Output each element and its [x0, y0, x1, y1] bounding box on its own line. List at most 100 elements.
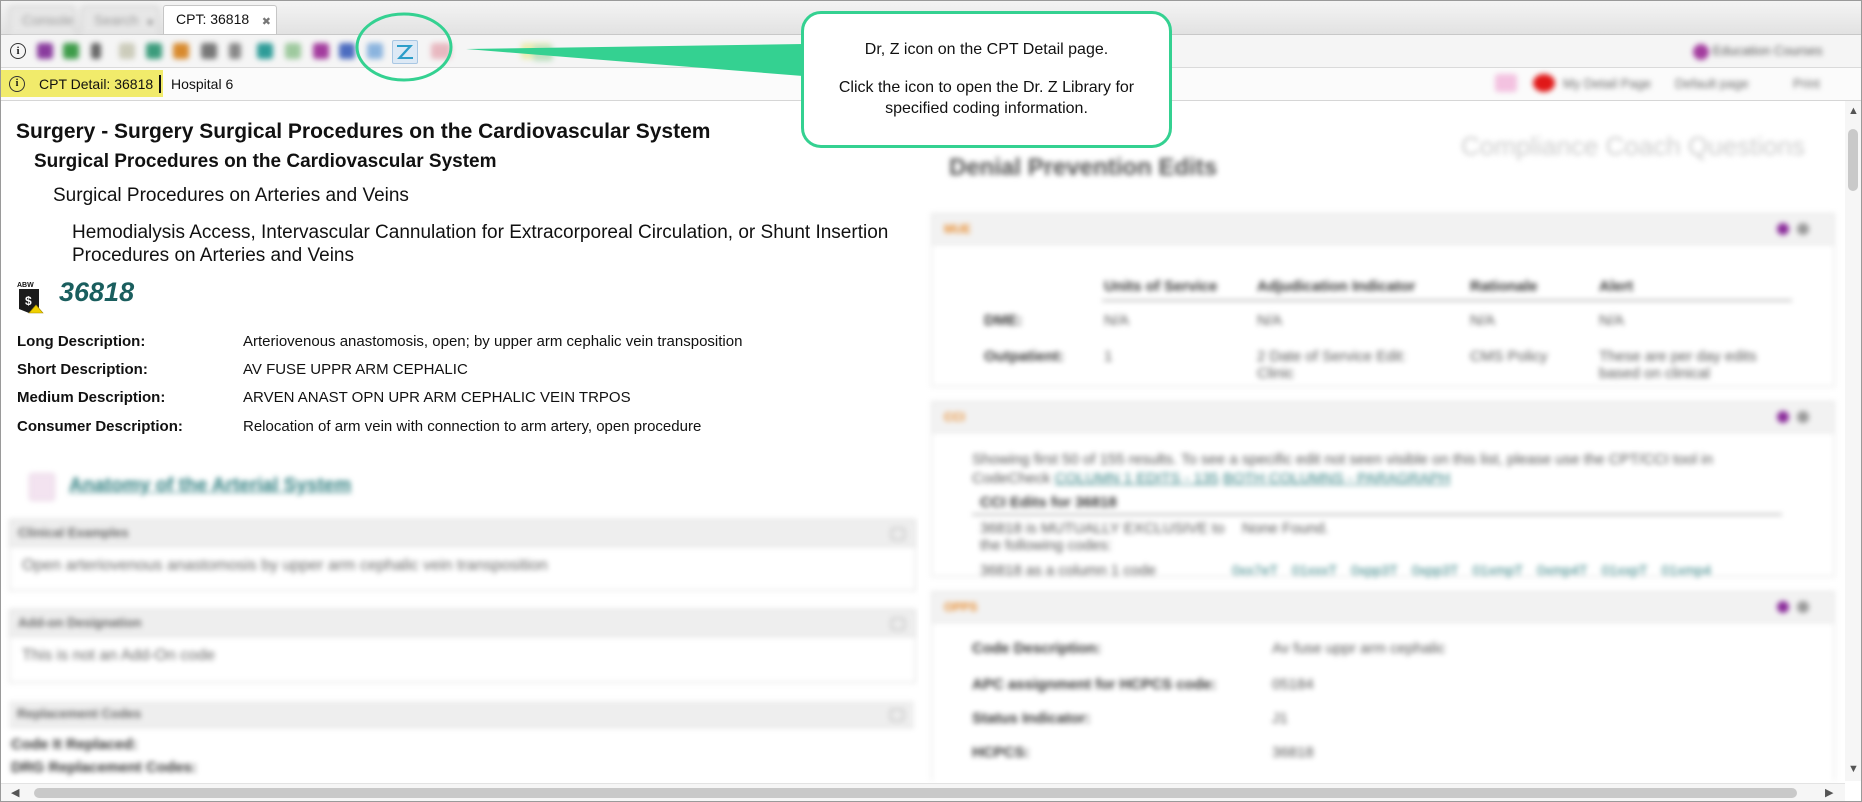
scrollbar-thumb[interactable] [1848, 129, 1858, 191]
hierarchy-level-1: Surgery - Surgery Surgical Procedures on… [16, 120, 711, 143]
medium-description-label: Medium Description: [17, 389, 166, 406]
column-header: Alert [1599, 278, 1634, 295]
edits-pane: Compliance Coach Questions Denial Preven… [929, 101, 1843, 781]
tab-cpt-36818[interactable]: CPT: 36818 ✖ [163, 5, 277, 34]
clinical-examples-panel: Clinical Examples Open arteriovenous ana… [9, 519, 916, 591]
short-description-label: Short Description: [17, 361, 148, 378]
heart-icon[interactable] [431, 43, 451, 59]
collapse-icon[interactable] [890, 709, 904, 721]
opps-label: APC assignment for HCPCS code: [972, 676, 1217, 693]
pin-icon[interactable] [1777, 411, 1789, 423]
pill-icon[interactable] [313, 43, 329, 59]
tab-label: Console [22, 12, 74, 28]
leaf-icon[interactable] [285, 43, 301, 59]
scroll-down-icon[interactable]: ▼ [1848, 763, 1859, 775]
pin-icon[interactable] [1777, 601, 1789, 613]
opps-value: J1 [1272, 710, 1288, 727]
horizontal-scrollbar[interactable]: ◀ ▶ [1, 783, 1845, 801]
folder-icon[interactable] [173, 43, 189, 59]
library-icon[interactable] [367, 43, 383, 59]
close-icon[interactable]: ▾ [147, 10, 153, 37]
mail-icon[interactable] [1495, 74, 1517, 92]
grid-icon[interactable] [201, 43, 217, 59]
panel-header[interactable]: Add-on Designation [10, 610, 915, 637]
vertical-scrollbar[interactable]: ▲ ▼ [1845, 101, 1861, 781]
heart-icon[interactable] [1533, 74, 1555, 92]
cpt-detail-pane: Surgery - Surgery Surgical Procedures on… [1, 101, 919, 781]
education-courses-link[interactable]: Education Courses [1693, 43, 1822, 60]
bookmark-icon[interactable] [91, 43, 101, 59]
settings-icon[interactable] [1797, 601, 1809, 613]
info-icon[interactable]: i [10, 43, 26, 59]
consumer-description-row: Consumer Description: Relocation of arm v… [17, 418, 701, 435]
abw-dollar-icon[interactable]: ABW $ [15, 279, 47, 315]
cci-code-link[interactable]: 01xmpT [1472, 562, 1523, 578]
panel-body: Open arteriovenous anastomosis by upper … [22, 557, 548, 574]
settings-icon[interactable] [1797, 411, 1809, 423]
chart-icon[interactable] [257, 43, 273, 59]
cci-link[interactable]: BOTH COLUMNS - PARAGRAPH [1223, 470, 1450, 487]
panel-header: OPPS [932, 592, 1834, 623]
cci-code-link[interactable]: 01xxxT [1292, 562, 1337, 578]
link-icon[interactable] [339, 43, 355, 59]
cell: These are per day edits based on clinica… [1599, 348, 1757, 382]
info-icon[interactable]: i [9, 75, 25, 92]
panel-header[interactable]: Replacement Codes [9, 701, 914, 728]
long-description-label: Long Description: [17, 333, 146, 350]
dr-z-library-icon[interactable] [392, 40, 418, 64]
scroll-up-icon[interactable]: ▲ [1848, 105, 1859, 117]
scrollbar-thumb[interactable] [34, 788, 1797, 798]
cpt-code-number: 36818 [59, 277, 135, 307]
cci-link[interactable]: COLUMN 1 EDITS - 135 [1055, 470, 1219, 487]
cci-panel: CCI Showing first 50 of 155 results. To … [931, 401, 1835, 579]
cci-code-link[interactable]: 0xpp3T [1412, 562, 1459, 578]
close-icon[interactable]: ✖ [262, 9, 271, 36]
long-description-row: Long Description: Arteriovenous anastomos… [17, 333, 742, 350]
tab-search[interactable]: Search ▾ [81, 6, 159, 33]
row-label: Outpatient: [984, 348, 1064, 365]
opps-value: 05184 [1272, 676, 1314, 693]
cci-code-link[interactable]: 0xx7eT [1232, 562, 1278, 578]
flag-icon[interactable] [229, 43, 241, 59]
divider [1102, 300, 1792, 301]
replacement-row: Code It Replaced: [11, 736, 138, 753]
cci-code-link[interactable]: 0xpp3T [1351, 562, 1398, 578]
arrow-down-icon[interactable] [63, 43, 79, 59]
panel-title: Replacement Codes [17, 706, 142, 721]
cci-code-link[interactable]: 0xmp4T [1537, 562, 1588, 578]
scroll-right-icon[interactable]: ▶ [1825, 786, 1833, 799]
cci-code-link[interactable]: 01xxpT [1602, 562, 1648, 578]
panel-header[interactable]: Clinical Examples [10, 520, 915, 547]
tab-console[interactable]: Console [9, 6, 75, 33]
education-courses-icon [1693, 43, 1709, 60]
anatomy-link[interactable]: Anatomy of the Arterial System [69, 475, 351, 497]
panel-tag: CCI [944, 410, 965, 424]
print-link[interactable]: Print [1793, 76, 1820, 91]
pin-icon[interactable] [1777, 223, 1789, 235]
replacement-codes-panel: Replacement Codes Code It Replaced: DRG … [9, 701, 914, 781]
anatomy-icon[interactable] [29, 473, 55, 501]
document-icon[interactable] [119, 43, 135, 59]
collapse-icon[interactable] [891, 528, 905, 540]
settings-icon[interactable] [1797, 223, 1809, 235]
collapse-icon[interactable] [891, 618, 905, 630]
hierarchy-level-4: Hemodialysis Access, Intervascular Cannu… [72, 222, 889, 266]
panel-body: Code It Replaced: DRG Replacement Codes: [9, 728, 914, 776]
panel-title: Add-on Designation [18, 615, 142, 630]
default-page-link[interactable]: Default page [1675, 76, 1749, 91]
opps-value: Av fuse uppr arm cephalic [1272, 640, 1446, 657]
cci-code-link[interactable]: 01xmp4 [1662, 562, 1712, 578]
cell: N/A [1599, 312, 1625, 329]
breadcrumb-current: i CPT Detail: 36818 [1, 70, 164, 97]
panel-header: MUE [932, 214, 1834, 245]
calculator-icon[interactable] [146, 43, 162, 59]
cci-code-list: 0xx7eT 01xxxT 0xpp3T 0xpp3T 01xmpT 0xmp4T 01xx… [1232, 562, 1711, 578]
scroll-left-icon[interactable]: ◀ [11, 786, 19, 799]
compliance-coach-title[interactable]: Compliance Coach Questions [1461, 131, 1805, 162]
column-header: Rationale [1470, 278, 1538, 295]
check-icon[interactable] [533, 45, 553, 61]
panel-body: This is not an Add-On code [22, 647, 215, 664]
my-detail-page-link[interactable]: My Detail Page [1563, 76, 1651, 91]
star-icon[interactable] [37, 43, 53, 59]
short-description-row: Short Description: AV FUSE UPPR ARM CEPHA… [17, 361, 468, 378]
